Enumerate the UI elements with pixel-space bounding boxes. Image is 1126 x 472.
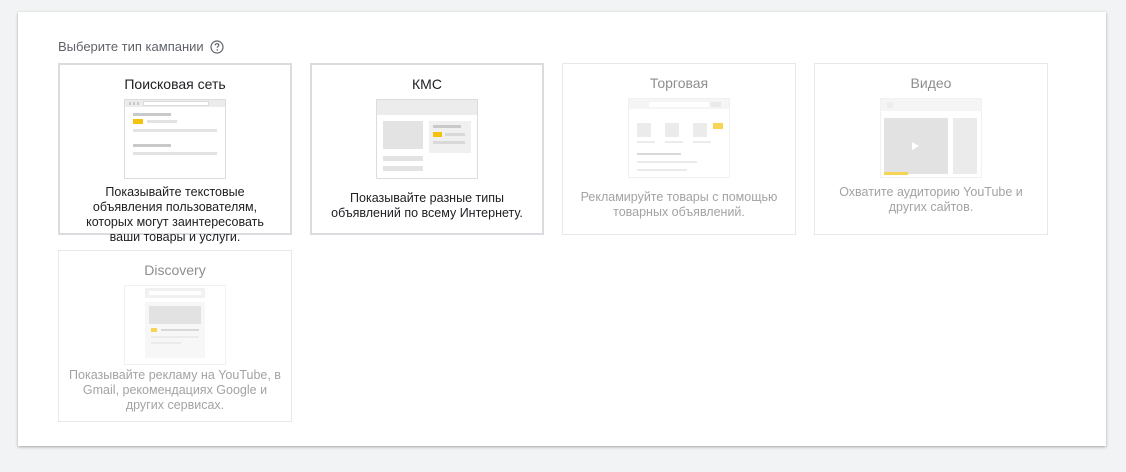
- card-description: Рекламируйте товары с помощью товарных о…: [580, 190, 778, 219]
- card-title: Торговая: [649, 75, 709, 91]
- shopping-illustration: [628, 98, 730, 178]
- video-illustration: [880, 98, 982, 178]
- card-title: КМС: [412, 76, 442, 92]
- card-description: Показывайте текстовые объявления пользов…: [86, 185, 264, 244]
- campaign-card-video: Видео Охватите аудиторию YouTube и други…: [814, 63, 1048, 235]
- campaign-card-shopping: Торговая Рекламируйте товары с помощью т…: [562, 63, 796, 235]
- card-title: Поисковая сеть: [124, 76, 226, 92]
- campaign-card-search[interactable]: Поисковая сеть Показывайте текстовые объ…: [58, 63, 292, 244]
- campaign-type-heading-text: Выберите тип кампании: [58, 39, 204, 54]
- play-icon: [912, 142, 919, 150]
- card-title: Discovery: [144, 262, 206, 278]
- card-description: Охватите аудиторию YouTube и других сайт…: [839, 185, 1023, 214]
- campaign-type-heading: Выберите тип кампании: [58, 39, 224, 54]
- card-description: Показывайте разные типы объявлений по вс…: [331, 191, 523, 220]
- discovery-illustration: [124, 285, 226, 365]
- campaign-card-display[interactable]: КМС Показывайте разные типы объявлений п…: [310, 63, 544, 235]
- card-title: Видео: [910, 75, 952, 91]
- search-illustration: [124, 99, 226, 179]
- campaign-card-discovery: Discovery Показывайте рекламу на YouTube…: [58, 250, 292, 422]
- card-description: Показывайте рекламу на YouTube, в Gmail,…: [69, 368, 281, 412]
- help-circle-icon[interactable]: [210, 39, 224, 54]
- display-illustration: [376, 99, 478, 179]
- campaign-type-panel: Выберите тип кампании Поисковая сеть Пок…: [18, 12, 1106, 446]
